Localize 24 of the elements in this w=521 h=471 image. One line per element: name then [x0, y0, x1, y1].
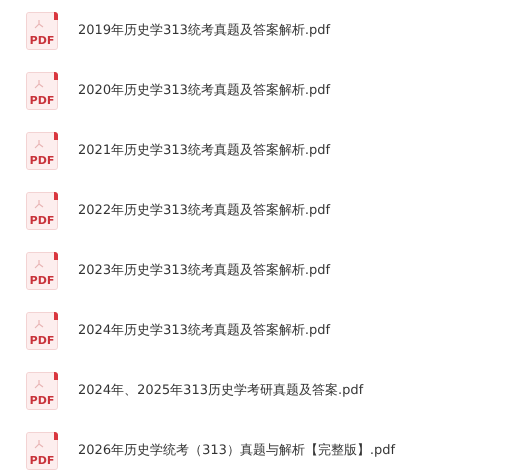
pdf-label: PDF	[30, 95, 54, 106]
pdf-file-icon[interactable]: PDF	[26, 132, 58, 170]
file-name[interactable]: 2024年历史学313统考真题及答案解析.pdf	[78, 321, 330, 341]
pdf-file-icon[interactable]: PDF	[26, 372, 58, 410]
pdf-file-icon[interactable]: PDF	[26, 72, 58, 110]
pdf-label: PDF	[30, 455, 54, 466]
file-name[interactable]: 2022年历史学313统考真题及答案解析.pdf	[78, 201, 330, 221]
pdf-label: PDF	[30, 275, 54, 286]
file-name[interactable]: 2026年历史学统考（313）真题与解析【完整版】.pdf	[78, 441, 396, 461]
file-name[interactable]: 2023年历史学313统考真题及答案解析.pdf	[78, 261, 330, 281]
pdf-label: PDF	[30, 215, 54, 226]
file-name[interactable]: 2021年历史学313统考真题及答案解析.pdf	[78, 141, 330, 161]
pdf-label: PDF	[30, 35, 54, 46]
file-name[interactable]: 2019年历史学313统考真题及答案解析.pdf	[78, 21, 330, 41]
pdf-label: PDF	[30, 155, 54, 166]
pdf-file-icon[interactable]: PDF	[26, 252, 58, 290]
file-name[interactable]: 2020年历史学313统考真题及答案解析.pdf	[78, 81, 330, 101]
file-name[interactable]: 2024年、2025年313历史学考研真题及答案.pdf	[78, 381, 364, 401]
pdf-label: PDF	[30, 335, 54, 346]
pdf-file-icon[interactable]: PDF	[26, 312, 58, 350]
pdf-label: PDF	[30, 395, 54, 406]
pdf-file-icon[interactable]: PDF	[26, 432, 58, 470]
pdf-file-icon[interactable]: PDF	[26, 192, 58, 230]
pdf-file-icon[interactable]: PDF	[26, 12, 58, 50]
